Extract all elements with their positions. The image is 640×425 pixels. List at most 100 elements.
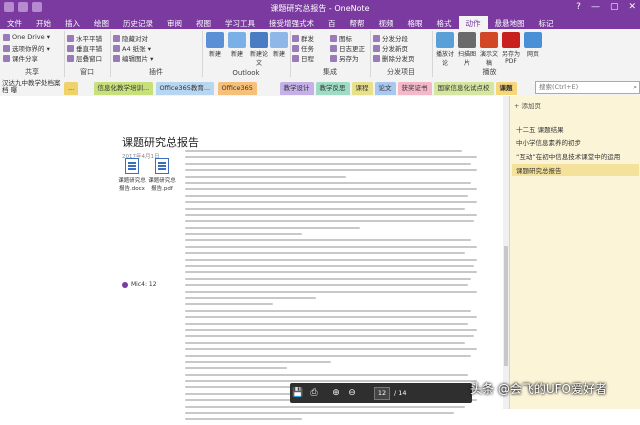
save-icon[interactable]: 💾 [290, 388, 306, 398]
scrollbar-thumb[interactable] [504, 246, 508, 366]
document-line [185, 220, 475, 223]
section-tab-4[interactable]: 教学设计 [279, 82, 314, 95]
onedrive-button[interactable]: One Drive ▾ [3, 33, 50, 41]
distribute-page-button[interactable]: 分发新页 [373, 43, 408, 53]
section-tab-1[interactable]: 信息化教学培训... [93, 82, 154, 95]
menu-tab-7[interactable]: 学习工具 [218, 16, 262, 29]
section-tab-2[interactable]: Office365教育... [155, 82, 215, 95]
section-tab-10[interactable]: 课题 [495, 82, 517, 97]
document-line [185, 373, 469, 376]
menu-tab-6[interactable]: 视图 [189, 16, 218, 29]
notebook-owner: 档 曝 [2, 86, 18, 94]
ribbon: One Drive ▾ 选项你界的 ▾ 课件分享 共享 水平平铺 垂直平铺 层叠… [0, 29, 640, 80]
save-as-button[interactable]: 另存为 [330, 53, 359, 63]
menu-tab-14[interactable]: 动作 [458, 16, 488, 29]
page-up-icon[interactable]: ⊕ [328, 388, 344, 398]
section-tab-6[interactable]: 课程 [351, 82, 373, 95]
tile-vertical-button[interactable]: 垂直平铺 [67, 43, 102, 53]
courseware-share-button[interactable]: 课件分享 [3, 53, 38, 63]
notebook-selector[interactable]: 汉达九中教学处档案 档 曝 [2, 80, 62, 94]
hide-button[interactable]: 隐藏对对 [113, 33, 148, 43]
page-item-1[interactable]: 十二五 课题结果 [516, 124, 564, 134]
section-tab-7[interactable]: 论文 [374, 82, 396, 95]
menu-tab-16[interactable]: 标记 [532, 16, 561, 29]
powerpoint-icon [480, 32, 498, 48]
cascade-windows-button[interactable]: 层叠窗口 [67, 53, 102, 63]
section-tab-0[interactable]: ... [64, 82, 79, 95]
play-icon [436, 32, 454, 48]
scan-image-button[interactable]: 扫描图片 [456, 32, 478, 67]
document-line [185, 265, 475, 268]
share-options-button[interactable]: 选项你界的 ▾ [3, 43, 50, 53]
page-number-input[interactable]: 12 [374, 386, 390, 400]
save-pdf-button[interactable]: 另存为 PDF [500, 32, 522, 65]
a4-paper-button[interactable]: A4 纸张 ▾ [113, 43, 151, 53]
search-input[interactable]: 搜索(Ctrl+E) ⌕ [535, 81, 640, 94]
page-item-4-selected[interactable]: 课题研究总报告 [512, 164, 639, 176]
document-line [185, 354, 472, 357]
document-line [185, 316, 477, 319]
icon-button[interactable]: 图标 [330, 33, 352, 43]
add-page-button[interactable]: + 添加页 [514, 100, 541, 110]
section-tab-8[interactable]: 获奖证书 [397, 82, 432, 95]
document-line [185, 181, 472, 184]
maximize-button[interactable]: ▢ [610, 2, 619, 12]
menu-tab-11[interactable]: 视频 [372, 16, 401, 29]
save-icon [330, 54, 337, 62]
print-icon[interactable]: ⎙ [306, 388, 322, 398]
minimize-button[interactable]: — [591, 2, 600, 12]
page-down-icon[interactable]: ⊖ [344, 388, 360, 398]
page-item-2[interactable]: 中小学信息素养的初步 [516, 137, 581, 147]
menu-tab-10[interactable]: 帮帮 [343, 16, 372, 29]
cascade-icon [67, 54, 74, 62]
log-correction-button[interactable]: 日志更正 [330, 43, 365, 53]
document-line [185, 226, 361, 229]
meeting-icon [228, 32, 246, 48]
menu-tab-0[interactable]: 文件 [0, 16, 29, 29]
help-button[interactable]: ? [576, 2, 581, 12]
new-email-button[interactable]: 新建 [204, 32, 226, 58]
menu-tab-5[interactable]: 审阅 [160, 16, 189, 29]
delete-icon [373, 54, 380, 62]
distribute-section-button[interactable]: 分发分段 [373, 33, 408, 43]
attachment-docx[interactable]: 课题研究总报告.docx [118, 158, 146, 192]
document-line [185, 207, 466, 210]
menu-tab-15[interactable]: 悬悬地图 [488, 16, 532, 29]
menu-tab-9[interactable]: 百 [321, 16, 343, 29]
document-line [185, 245, 477, 248]
task-button[interactable]: 任务 [292, 43, 314, 53]
webpage-button[interactable]: 网页 [522, 32, 544, 58]
new-meeting-button[interactable]: 新建 [226, 32, 248, 58]
delete-distribute-button[interactable]: 删除分发页 [373, 53, 415, 63]
group-label-plugins: 插件 [149, 68, 163, 76]
close-button[interactable]: ✕ [628, 2, 636, 12]
ribbon-group-distribute: 分发分段 分发新页 删除分发页 分发项目 [370, 31, 433, 77]
section-tab-9[interactable]: 国家信息化试点校 [433, 82, 494, 95]
menu-tab-12[interactable]: 格眼 [401, 16, 430, 29]
tile-horizontal-button[interactable]: 水平平铺 [67, 33, 102, 43]
menu-tab-8[interactable]: 接受增强式术 [262, 16, 321, 29]
document-line [185, 252, 466, 255]
new-note-button[interactable]: 新建 [268, 32, 290, 58]
menu-tab-2[interactable]: 插入 [58, 16, 87, 29]
section-tab-5[interactable]: 教学反思 [315, 82, 350, 95]
menu-tab-1[interactable]: 开始 [29, 16, 58, 29]
new-paper-button[interactable]: 新建论文 [248, 32, 270, 67]
schedule-button[interactable]: 日程 [292, 53, 314, 63]
web-icon [524, 32, 542, 48]
attachment-pdf[interactable]: 课题研究总报告.pdf [148, 158, 176, 192]
play-discussion-button[interactable]: 播放讨论 [434, 32, 456, 67]
mass-send-button[interactable]: 群发 [292, 33, 314, 43]
section-tab-3[interactable]: Office365 [217, 82, 257, 95]
page-title[interactable]: 课题研究总报告 [122, 134, 199, 150]
left-margin [0, 96, 109, 409]
edit-image-button[interactable]: 编辑图片 ▾ [113, 53, 153, 63]
menu-tab-13[interactable]: 格式 [430, 16, 459, 29]
audio-clip[interactable]: Mic4: 12 [122, 281, 157, 288]
menu-tab-3[interactable]: 绘图 [87, 16, 116, 29]
presentation-button[interactable]: 演示文稿 [478, 32, 500, 67]
menu-tab-4[interactable]: 历史记录 [116, 16, 160, 29]
group-label-share: 共享 [25, 68, 39, 76]
search-icon[interactable]: ⌕ [633, 82, 637, 93]
page-item-3[interactable]: “互动”在初中信息技术课堂中的运用 [516, 151, 620, 161]
